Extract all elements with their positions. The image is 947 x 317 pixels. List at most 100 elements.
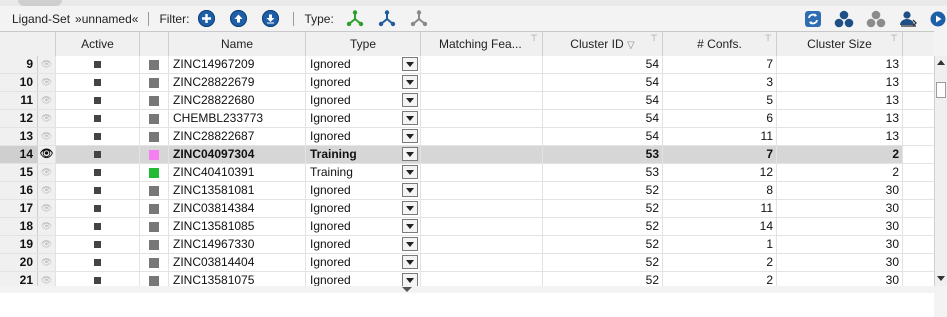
dropdown-arrow-icon[interactable] (402, 183, 418, 197)
dropdown-arrow-icon[interactable] (402, 237, 418, 251)
table-row[interactable]: 10 👁 ZINC28822679 Ignored 54 3 13 (0, 74, 934, 92)
table-row[interactable]: 17 👁 ZINC03814384 Ignored 52 11 30 (0, 200, 934, 218)
filter-up-button[interactable] (230, 10, 248, 27)
splitter-grip-icon[interactable] (402, 287, 412, 292)
scroll-up-icon[interactable] (937, 60, 945, 65)
header-active[interactable]: Active (56, 32, 140, 56)
dropdown-arrow-icon[interactable] (402, 201, 418, 215)
table-row[interactable]: 13 👁 ZINC28822687 Ignored 54 11 13 (0, 128, 934, 146)
type-select[interactable]: Training (306, 146, 421, 163)
active-checkbox[interactable] (56, 218, 140, 235)
dropdown-arrow-icon[interactable] (402, 147, 418, 161)
table-row[interactable]: 12 👁 CHEMBL233773 Ignored 54 6 13 (0, 110, 934, 128)
color-swatch-cell[interactable] (140, 56, 169, 73)
header-cluster-id[interactable]: Cluster ID ▽ ⊤ (543, 32, 663, 56)
active-checkbox[interactable] (56, 164, 140, 181)
active-checkbox[interactable] (56, 92, 140, 109)
dropdown-arrow-icon[interactable] (402, 165, 418, 179)
ligand-set-name[interactable]: »unnamed« (75, 12, 138, 26)
color-swatch-cell[interactable] (140, 74, 169, 91)
type-select[interactable]: Ignored (306, 56, 421, 73)
active-checkbox[interactable] (56, 74, 140, 91)
type-select[interactable]: Ignored (306, 92, 421, 109)
bottom-splitter[interactable] (0, 286, 947, 293)
type-select[interactable]: Ignored (306, 218, 421, 235)
type-select[interactable]: Ignored (306, 254, 421, 271)
type-select[interactable]: Ignored (306, 110, 421, 127)
table-row[interactable]: 20 👁 ZINC03814404 Ignored 52 2 30 (0, 254, 934, 272)
table-row[interactable]: 9 👁 ZINC14967209 Ignored 54 7 13 (0, 56, 934, 74)
dropdown-arrow-icon[interactable] (402, 75, 418, 89)
type-select[interactable]: Ignored (306, 236, 421, 253)
table-row[interactable]: 19 👁 ZINC14967330 Ignored 52 1 30 (0, 236, 934, 254)
visibility-eye-icon[interactable]: 👁 (38, 128, 56, 145)
visibility-eye-icon[interactable]: 👁 (38, 74, 56, 91)
visibility-eye-icon[interactable]: 👁 (38, 92, 56, 109)
header-confs[interactable]: # Confs. ⊤ (663, 32, 777, 56)
filter-add-button[interactable] (198, 10, 216, 27)
active-checkbox[interactable] (56, 128, 140, 145)
active-checkbox[interactable] (56, 254, 140, 271)
visibility-eye-icon[interactable]: 👁 (38, 254, 56, 271)
header-cluster-size[interactable]: Cluster Size ⊤ (777, 32, 903, 56)
visibility-eye-icon[interactable]: 👁 (38, 218, 56, 235)
dropdown-arrow-icon[interactable] (402, 255, 418, 269)
color-swatch-cell[interactable] (140, 200, 169, 217)
active-checkbox[interactable] (56, 56, 140, 73)
header-color[interactable] (140, 32, 169, 56)
dropdown-arrow-icon[interactable] (402, 219, 418, 233)
visibility-eye-icon[interactable]: 👁 (38, 182, 56, 199)
table-row[interactable]: 18 👁 ZINC13581085 Ignored 52 14 30 (0, 218, 934, 236)
header-type[interactable]: Type (306, 32, 421, 56)
type-select[interactable]: Ignored (306, 182, 421, 199)
type-select[interactable]: Ignored (306, 128, 421, 145)
type-select[interactable]: Ignored (306, 200, 421, 217)
color-swatch-cell[interactable] (140, 164, 169, 181)
type-select[interactable]: Training (306, 164, 421, 181)
color-swatch-cell[interactable] (140, 146, 169, 163)
color-swatch-cell[interactable] (140, 92, 169, 109)
type-ignored-button[interactable] (410, 10, 428, 27)
active-checkbox[interactable] (56, 182, 140, 199)
scrollbar-thumb[interactable] (936, 82, 946, 98)
type-select[interactable]: Ignored (306, 74, 421, 91)
visibility-eye-icon[interactable]: 👁 (38, 56, 56, 73)
visibility-eye-icon[interactable]: 👁 (38, 146, 56, 163)
color-swatch-cell[interactable] (140, 110, 169, 127)
dropdown-arrow-icon[interactable] (402, 57, 418, 71)
refresh-button[interactable] (804, 10, 822, 28)
table-row[interactable]: 11 👁 ZINC28822680 Ignored 54 5 13 (0, 92, 934, 110)
visibility-eye-icon[interactable]: 👁 (38, 200, 56, 217)
active-checkbox[interactable] (56, 200, 140, 217)
export-cluster-button[interactable] (898, 10, 918, 28)
type-test-button[interactable] (378, 10, 396, 27)
color-swatch-cell[interactable] (140, 236, 169, 253)
type-training-button[interactable] (346, 10, 364, 27)
visibility-eye-icon[interactable]: 👁 (38, 110, 56, 127)
vertical-scrollbar[interactable] (934, 56, 947, 286)
dropdown-arrow-icon[interactable] (402, 111, 418, 125)
header-matching-features[interactable]: Matching Fea... ⊤ (421, 32, 543, 56)
dropdown-arrow-icon[interactable] (402, 273, 418, 287)
conformer-count: 2 (663, 254, 777, 271)
cluster-gray-button[interactable] (866, 10, 886, 28)
active-checkbox[interactable] (56, 236, 140, 253)
cluster-blue-button[interactable] (834, 10, 854, 28)
color-swatch-cell[interactable] (140, 218, 169, 235)
active-checkbox[interactable] (56, 146, 140, 163)
dropdown-arrow-icon[interactable] (402, 129, 418, 143)
color-swatch-cell[interactable] (140, 182, 169, 199)
filter-down-button[interactable] (262, 10, 280, 27)
table-row[interactable]: 15 👁 ZINC40410391 Training 53 12 2 (0, 164, 934, 182)
dropdown-arrow-icon[interactable] (402, 93, 418, 107)
scroll-down-icon[interactable] (937, 276, 945, 281)
table-row[interactable]: 16 👁 ZINC13581081 Ignored 52 8 30 (0, 182, 934, 200)
visibility-eye-icon[interactable]: 👁 (38, 164, 56, 181)
header-name[interactable]: Name (169, 32, 306, 56)
active-checkbox[interactable] (56, 110, 140, 127)
color-swatch-cell[interactable] (140, 128, 169, 145)
visibility-eye-icon[interactable]: 👁 (38, 236, 56, 253)
color-swatch-cell[interactable] (140, 254, 169, 271)
table-row[interactable]: 14 👁 ZINC04097304 Training 53 7 2 (0, 146, 934, 164)
next-button[interactable] (930, 11, 946, 27)
